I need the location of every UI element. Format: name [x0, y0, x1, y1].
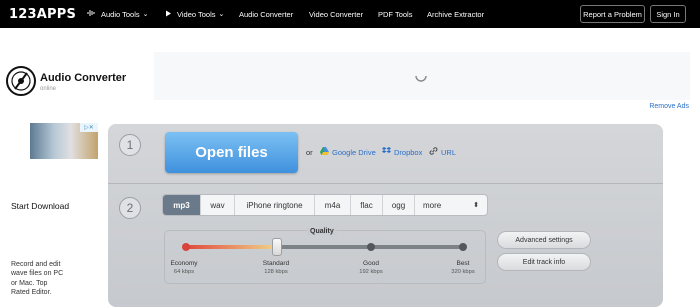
link-icon	[429, 147, 438, 157]
url-link[interactable]: URL	[429, 147, 456, 157]
play-icon	[165, 10, 172, 19]
page-subtitle: online	[40, 86, 57, 92]
quality-stop-good[interactable]	[367, 243, 375, 251]
quality-title: Quality	[307, 228, 337, 235]
nav-archive-extractor[interactable]: Archive Extractor	[427, 0, 484, 28]
quality-label-standard: Standard	[262, 260, 290, 267]
format-tabs: mp3 wav iPhone ringtone m4a flac ogg mor…	[162, 194, 488, 216]
chevron-down-icon: ⌄	[142, 11, 149, 18]
page-title: Audio Converter	[40, 72, 127, 84]
dropbox-link[interactable]: Dropbox	[382, 147, 422, 157]
nav-video-converter[interactable]: Video Converter	[309, 0, 363, 28]
format-tab-m4a[interactable]: m4a	[315, 195, 351, 215]
url-label: URL	[441, 147, 457, 157]
format-more-select[interactable]: more ⬍	[415, 195, 487, 215]
nav-pdf-tools[interactable]: PDF Tools	[378, 0, 412, 28]
nav-label: PDF Tools	[378, 9, 413, 19]
nav-label: Archive Extractor	[427, 9, 485, 19]
updown-arrow-icon: ⬍	[473, 202, 479, 209]
nav-label: Audio Tools	[101, 9, 140, 19]
step-divider	[108, 183, 663, 184]
ad-description: Record and edit wave files on PC or Mac.…	[11, 261, 64, 296]
waveform-icon	[87, 9, 96, 19]
open-files-button[interactable]: Open files	[165, 132, 298, 173]
top-navbar: 123APPS Audio Tools ⌄ Video Tools ⌄ Audi…	[0, 0, 700, 28]
logo-text: 123APPS	[9, 6, 77, 22]
format-tab-ogg[interactable]: ogg	[383, 195, 415, 215]
quality-rate-best: 320 kbps	[451, 269, 475, 275]
nav-audio-tools[interactable]: Audio Tools ⌄	[87, 0, 149, 28]
quality-rate-economy: 64 kbps	[173, 269, 195, 275]
format-tab-flac[interactable]: flac	[351, 195, 383, 215]
quality-rate-standard: 128 kbps	[264, 269, 288, 275]
sign-in-button[interactable]: Sign In	[650, 5, 686, 23]
format-tab-wav[interactable]: wav	[201, 195, 235, 215]
site-logo[interactable]: 123APPS	[9, 6, 77, 22]
quality-label-economy: Economy	[170, 260, 198, 267]
step-number-2: 2	[119, 197, 141, 219]
nav-label: Video Tools	[177, 9, 216, 19]
or-label: or	[306, 148, 313, 157]
quality-stop-best[interactable]	[459, 243, 467, 251]
edit-track-info-button[interactable]: Edit track info	[497, 253, 591, 271]
nav-video-tools[interactable]: Video Tools ⌄	[165, 0, 224, 28]
nav-label: Audio Converter	[239, 9, 294, 19]
quality-rate-good: 192 kbps	[359, 269, 383, 275]
quality-label-good: Good	[363, 260, 379, 267]
loading-spinner-icon	[413, 68, 429, 84]
quality-slider-thumb[interactable]	[272, 238, 282, 256]
dropbox-label: Dropbox	[394, 147, 423, 157]
advanced-settings-button[interactable]: Advanced settings	[497, 231, 591, 249]
format-tab-mp3[interactable]: mp3	[163, 195, 201, 215]
ad-close-icon[interactable]: ▷✕	[80, 123, 98, 132]
report-problem-button[interactable]: Report a Problem	[580, 5, 645, 23]
chevron-down-icon: ⌄	[218, 11, 225, 18]
ad-cta[interactable]: Start Download	[11, 200, 69, 212]
quality-group	[164, 230, 486, 284]
more-label: more	[423, 200, 442, 210]
google-drive-icon	[320, 147, 329, 157]
format-tab-iphone-ringtone[interactable]: iPhone ringtone	[235, 195, 315, 215]
nav-label: Video Converter	[309, 9, 364, 19]
quality-stop-economy[interactable]	[182, 243, 190, 251]
quality-slider-fill	[186, 245, 278, 249]
google-drive-link[interactable]: Google Drive	[320, 147, 376, 157]
nav-audio-converter[interactable]: Audio Converter	[239, 0, 293, 28]
remove-ads-link[interactable]: Remove Ads	[649, 103, 689, 110]
dropbox-icon	[382, 147, 391, 157]
vinyl-record-icon	[5, 65, 37, 97]
quality-label-best: Best	[456, 260, 470, 267]
step-number-1: 1	[119, 134, 141, 156]
google-drive-label: Google Drive	[332, 147, 376, 157]
